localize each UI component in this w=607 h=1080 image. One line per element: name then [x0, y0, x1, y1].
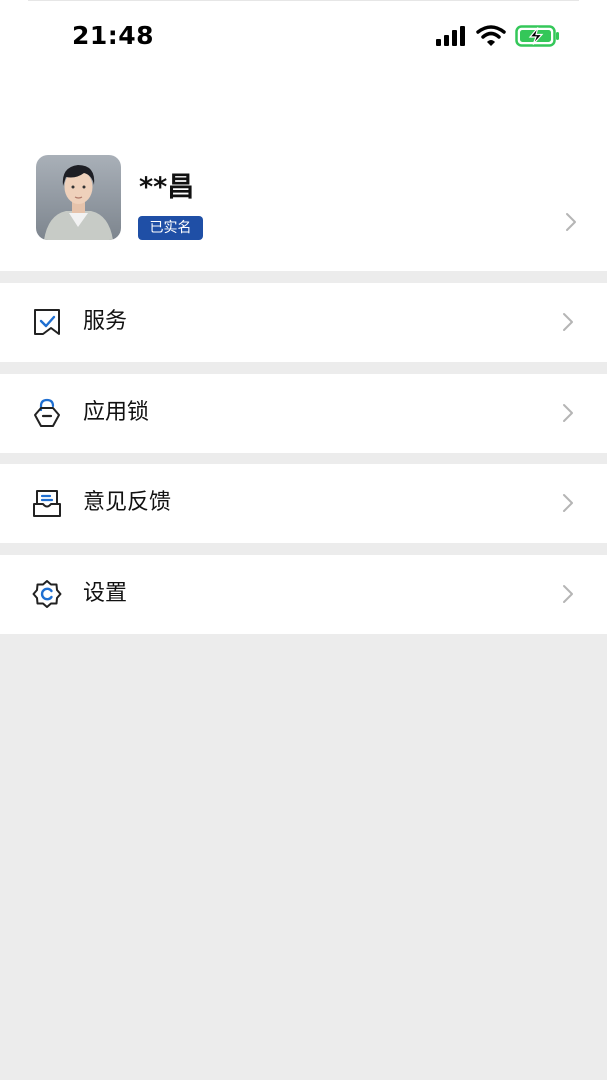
battery-charging-icon: [515, 24, 561, 52]
feedback-icon: [32, 488, 62, 518]
status-icons: [435, 24, 561, 52]
wifi-icon: [476, 25, 506, 51]
chevron-right-icon: [565, 212, 577, 236]
chevron-right-icon: [562, 493, 574, 517]
menu-label-settings: 设置: [83, 581, 128, 606]
chevron-right-icon: [562, 584, 574, 608]
signal-icon: [435, 25, 467, 51]
app-lock-icon: [32, 398, 62, 428]
profile-card[interactable]: **昌 已实名: [0, 72, 607, 271]
status-time: 21:48: [72, 21, 155, 50]
chevron-right-icon: [562, 403, 574, 427]
user-name: **昌: [139, 172, 195, 203]
verified-badge: 已实名: [138, 216, 203, 240]
menu-item-service[interactable]: 服务: [0, 283, 607, 362]
service-icon: [32, 307, 62, 337]
settings-icon: [32, 579, 62, 609]
menu-label-service: 服务: [83, 309, 128, 334]
menu-item-feedback[interactable]: 意见反馈: [0, 464, 607, 543]
menu-label-app-lock: 应用锁: [83, 400, 150, 425]
menu-item-settings[interactable]: 设置: [0, 555, 607, 634]
status-bar: 21:48: [0, 0, 607, 72]
menu-item-app-lock[interactable]: 应用锁: [0, 374, 607, 453]
menu-label-feedback: 意见反馈: [83, 490, 172, 515]
header-area: **昌 已实名: [0, 72, 607, 271]
status-divider: [28, 0, 579, 1]
chevron-right-icon: [562, 312, 574, 336]
avatar[interactable]: [36, 155, 121, 240]
